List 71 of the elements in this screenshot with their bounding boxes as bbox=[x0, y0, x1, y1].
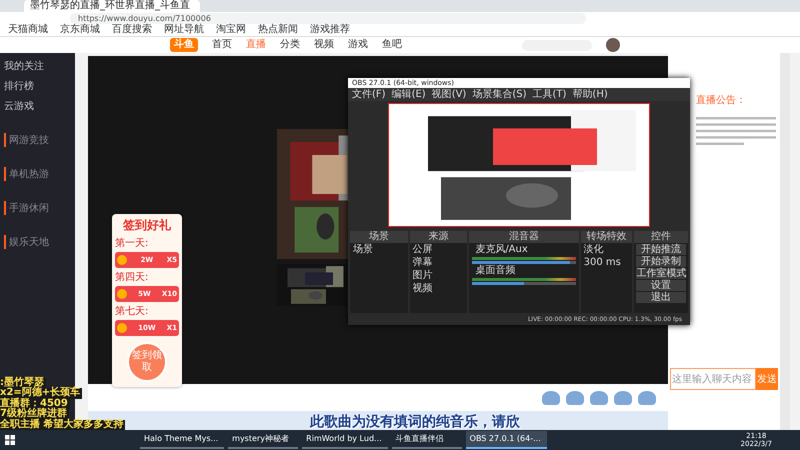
chat-input[interactable]: 这里输入聊天内容 bbox=[670, 368, 756, 390]
control-button[interactable]: 设置 bbox=[636, 280, 686, 291]
channel-name: 桌面音频 bbox=[474, 265, 516, 277]
gift-icon[interactable] bbox=[614, 390, 632, 404]
browser-tab[interactable]: 墨竹琴瑟的直播_环世界直播_斗鱼直 bbox=[24, 0, 200, 12]
control-button[interactable]: 开始录制 bbox=[636, 256, 686, 267]
control-button[interactable]: 开始推流 bbox=[636, 244, 686, 255]
overlay-text: :墨竹琴瑟 bbox=[0, 378, 46, 388]
taskbar-item[interactable]: OBS 27.0.1 (64-... bbox=[466, 431, 547, 449]
source-item[interactable]: 公屏 bbox=[410, 244, 468, 256]
gift-icon[interactable] bbox=[590, 390, 608, 404]
menu-item[interactable]: 文件(F) bbox=[352, 88, 386, 101]
dock-header: 转场特效 bbox=[580, 231, 632, 243]
nav-link[interactable]: 视频 bbox=[314, 38, 334, 52]
nav-link[interactable]: 鱼吧 bbox=[382, 38, 402, 52]
channel-name: 麦克风/Aux bbox=[474, 244, 529, 256]
bookmark[interactable]: 天猫商城 bbox=[8, 24, 48, 36]
card-title: 签到好礼 bbox=[122, 217, 172, 234]
transition-select[interactable]: 淡化 bbox=[580, 244, 632, 256]
dock-header: 场景 bbox=[350, 231, 408, 243]
taskbar-item[interactable]: 斗鱼直播伴侣 bbox=[392, 431, 462, 449]
bookmark[interactable]: 淘宝网 bbox=[216, 24, 246, 36]
gift-icon[interactable] bbox=[638, 390, 656, 404]
source-item[interactable]: 视频 bbox=[410, 283, 468, 295]
sidebar-section-title: 网游竞技 bbox=[4, 133, 71, 147]
notice-label: 直播公告： bbox=[696, 94, 747, 107]
bookmark[interactable]: 百度搜索 bbox=[112, 24, 152, 36]
control-button[interactable]: 工作室模式 bbox=[636, 268, 686, 279]
menu-item[interactable]: 帮助(H) bbox=[572, 88, 608, 101]
duration-field[interactable]: 300 ms bbox=[580, 257, 632, 269]
lyrics-caption: 此歌曲为没有填词的纯音乐，请欣 bbox=[310, 413, 520, 431]
menu-item[interactable]: 编辑(E) bbox=[392, 88, 426, 101]
source-item[interactable]: 弹幕 bbox=[410, 257, 468, 269]
bookmark[interactable]: 网址导航 bbox=[164, 24, 204, 36]
taskbar-item[interactable]: mystery神秘者 bbox=[228, 431, 298, 449]
sidebar-section-title: 单机热游 bbox=[4, 167, 71, 181]
sidebar-item[interactable]: 云游戏 bbox=[4, 99, 71, 113]
coin-icon bbox=[117, 255, 127, 265]
taskbar-item[interactable]: RimWorld by Lud... bbox=[302, 431, 388, 449]
menu-item[interactable]: 视图(V) bbox=[432, 88, 466, 101]
taskbar-item[interactable]: Halo Theme Mys... bbox=[140, 431, 224, 449]
avatar[interactable] bbox=[606, 38, 620, 52]
menu-item[interactable]: 工具(T) bbox=[532, 88, 566, 101]
bookmark[interactable]: 游戏推荐 bbox=[310, 24, 350, 36]
address-bar[interactable]: https://www.douyu.com/7100006 bbox=[70, 12, 586, 24]
coin-icon bbox=[117, 323, 127, 333]
dock-header: 来源 bbox=[410, 231, 468, 243]
nav-link[interactable]: 游戏 bbox=[348, 38, 368, 52]
dock-header: 控件 bbox=[634, 231, 688, 243]
nav-link[interactable]: 首页 bbox=[212, 38, 232, 52]
coin-icon bbox=[117, 289, 127, 299]
overlay-text: 全职主播 希望大家多多支持 bbox=[0, 420, 126, 430]
bookmark[interactable]: 热点新闻 bbox=[258, 24, 298, 36]
sidebar-section-title: 娱乐天地 bbox=[4, 235, 71, 249]
volume-slider[interactable] bbox=[472, 282, 576, 285]
overlay-text: x2=阿德+长颈车 bbox=[0, 388, 82, 399]
start-icon[interactable] bbox=[4, 434, 16, 446]
day-label: 第七天: bbox=[115, 304, 150, 318]
nav-link[interactable]: 分类 bbox=[280, 38, 300, 52]
menu-item[interactable]: 场景集合(S) bbox=[472, 88, 526, 101]
source-item[interactable]: 图片 bbox=[410, 270, 468, 282]
gift-icon[interactable] bbox=[566, 390, 584, 404]
scene-item[interactable]: 场景 bbox=[350, 244, 408, 256]
sidebar-item[interactable]: 排行榜 bbox=[4, 79, 71, 93]
day-label: 第四天: bbox=[115, 271, 150, 284]
control-button[interactable]: 退出 bbox=[636, 292, 686, 303]
bookmark[interactable]: 京东商城 bbox=[60, 24, 100, 36]
sidebar-item[interactable]: 我的关注 bbox=[4, 59, 71, 73]
day-label: 第一天: bbox=[115, 237, 150, 250]
gift-icon[interactable] bbox=[542, 390, 560, 404]
sidebar-section-title: 手游休闲 bbox=[4, 201, 71, 215]
